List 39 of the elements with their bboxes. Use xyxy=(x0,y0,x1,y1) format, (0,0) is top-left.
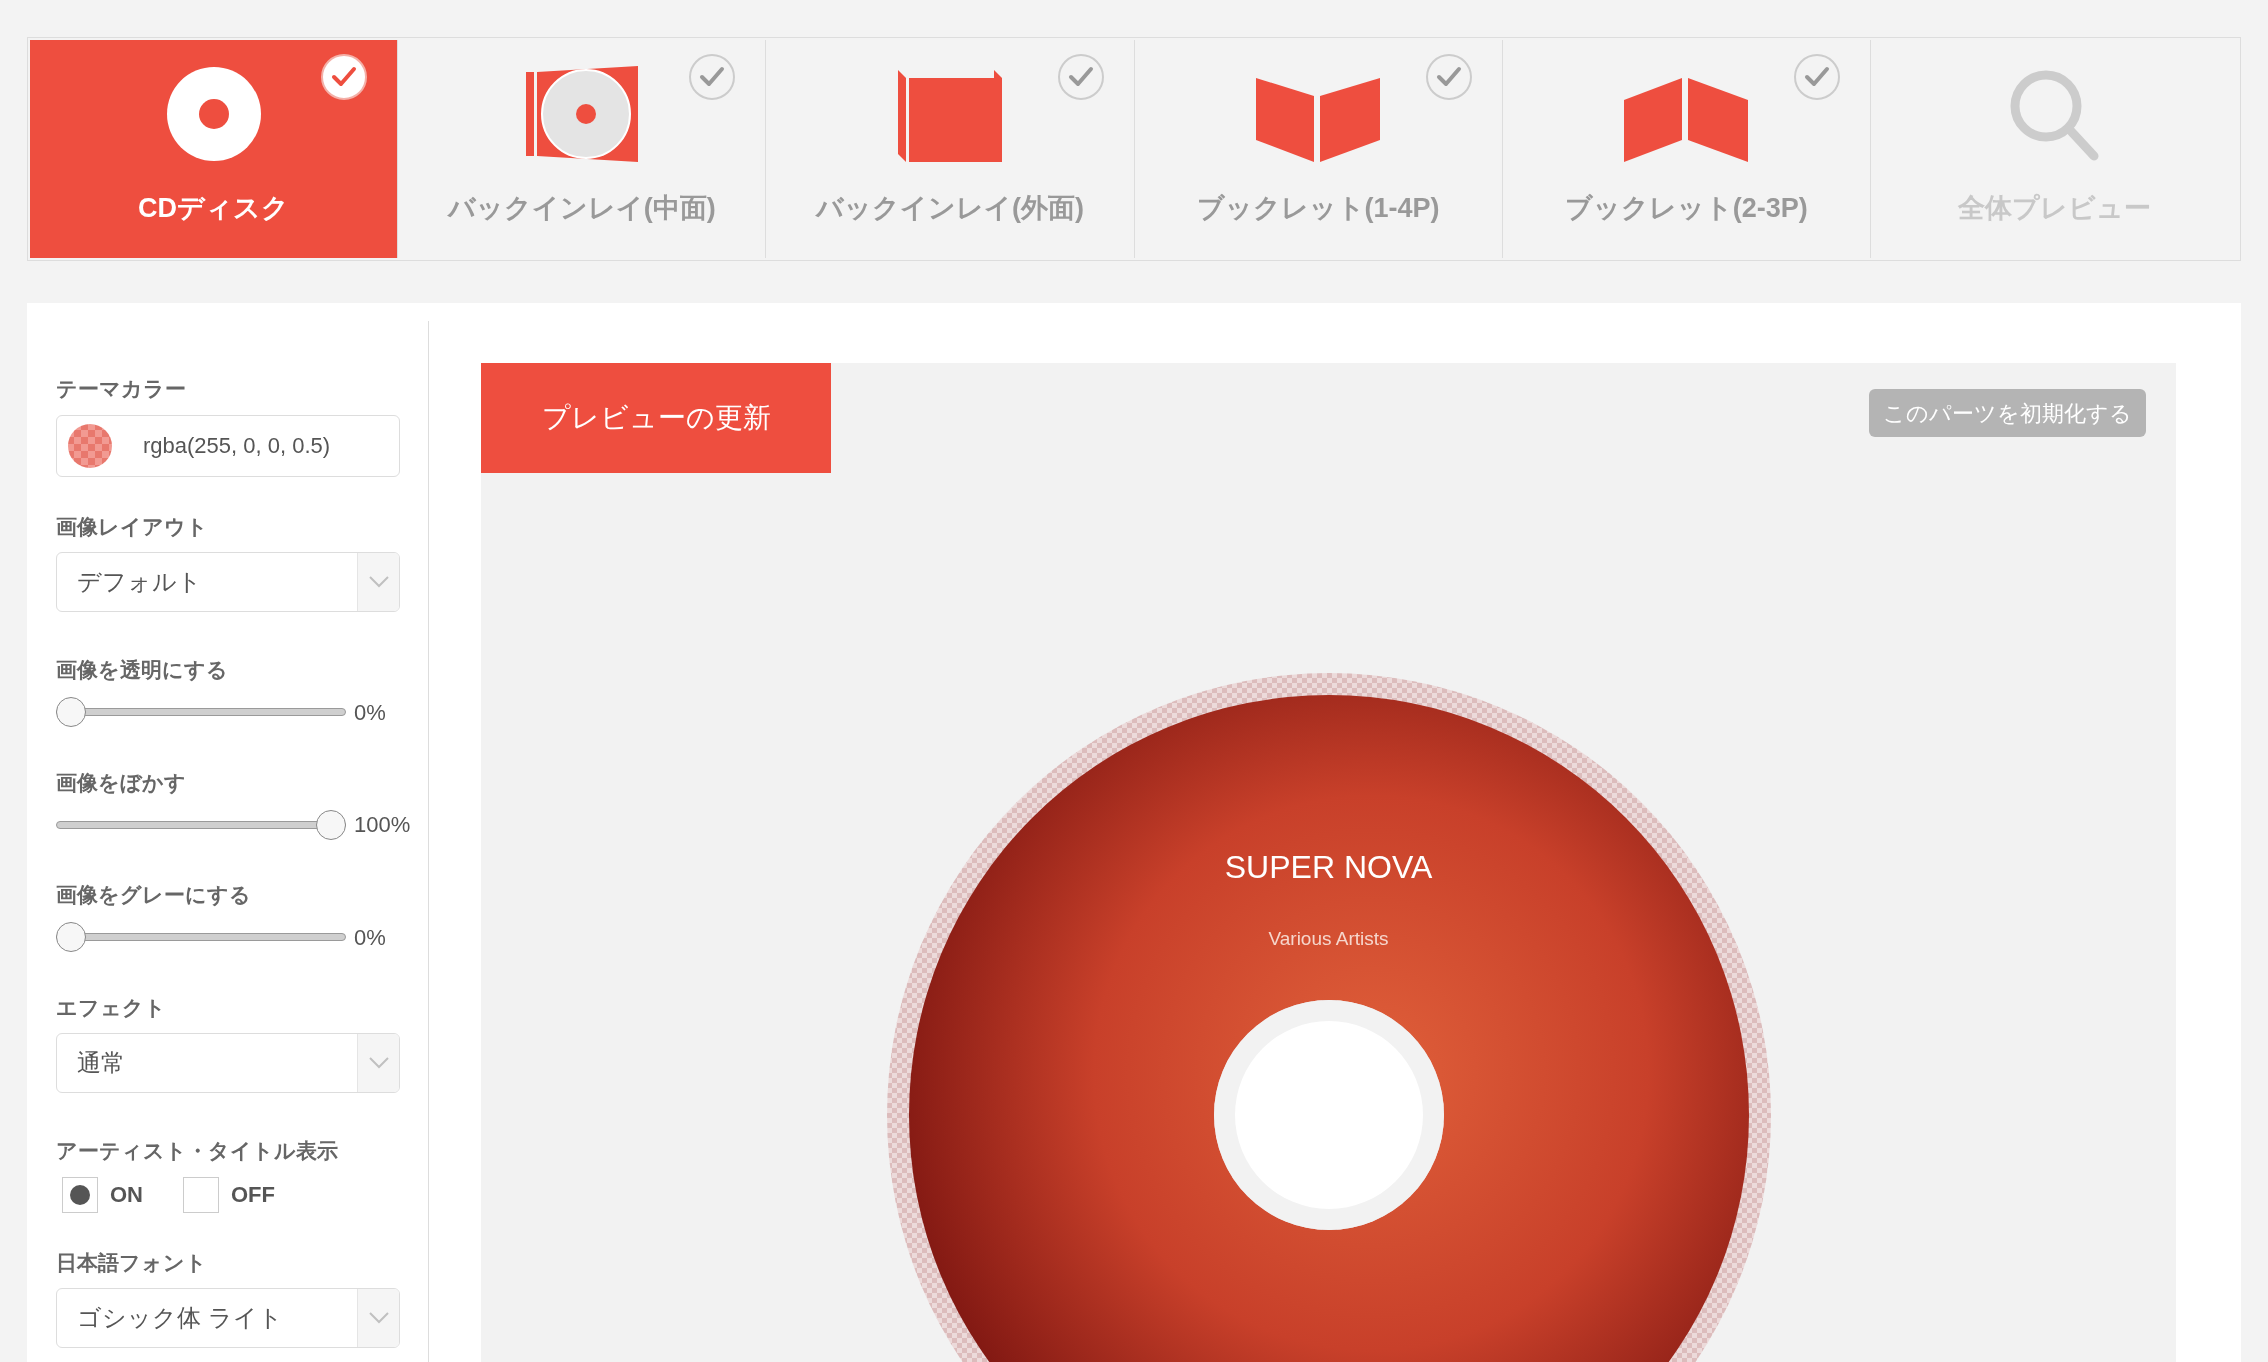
field-label: 画像をグレーにする xyxy=(56,882,252,908)
dropdown[interactable]: ゴシック体 ライト xyxy=(56,1288,400,1348)
radio-option[interactable]: OFF xyxy=(183,1176,275,1213)
field-label: 日本語フォント xyxy=(56,1249,208,1276)
slider-thumb[interactable] xyxy=(316,809,346,840)
booklet-icon xyxy=(1624,77,1749,162)
field-label: 画像レイアウト xyxy=(56,513,209,540)
chevron-down-icon xyxy=(357,1034,399,1092)
field-label: テーマカラー xyxy=(56,376,187,402)
slider-thumb[interactable] xyxy=(56,697,86,727)
dropdown[interactable]: デフォルト xyxy=(56,552,400,612)
slider[interactable] xyxy=(56,697,346,727)
radio-button[interactable] xyxy=(62,1176,98,1213)
field-label: 画像をぼかす xyxy=(56,769,187,796)
case-with-disc-icon xyxy=(525,65,638,162)
slider-value: 0% xyxy=(354,698,386,727)
tab[interactable]: CDディスク xyxy=(30,40,398,258)
chevron-down-icon xyxy=(357,553,399,611)
field-label: アーティスト・タイトル表示 xyxy=(56,1138,339,1164)
field-label: エフェクト xyxy=(56,994,167,1021)
update-preview-button[interactable]: プレビューの更新 xyxy=(481,363,831,473)
slider[interactable] xyxy=(56,809,346,840)
radio-button[interactable] xyxy=(183,1176,219,1213)
slider-value: 0% xyxy=(354,923,386,952)
disc-artist: Various Artists xyxy=(1267,927,1390,951)
chevron-down-icon xyxy=(357,1289,399,1347)
dropdown[interactable]: 通常 xyxy=(56,1033,400,1093)
color-swatch-icon xyxy=(67,422,113,469)
disc-icon xyxy=(165,65,262,162)
color-field[interactable]: rgba(255, 0, 0, 0.5) xyxy=(56,414,400,477)
slider[interactable] xyxy=(56,922,346,952)
booklet-icon xyxy=(1256,77,1381,162)
radio-option[interactable]: ON xyxy=(62,1176,143,1213)
slider-thumb[interactable] xyxy=(56,922,86,952)
case-back-icon xyxy=(897,69,1002,162)
reset-part-button[interactable]: このパーツを初期化する xyxy=(1869,389,2146,437)
field-label: 画像を透明にする xyxy=(56,657,229,683)
slider-value: 100% xyxy=(354,811,411,839)
disc-title: SUPER NOVA xyxy=(1223,848,1434,887)
